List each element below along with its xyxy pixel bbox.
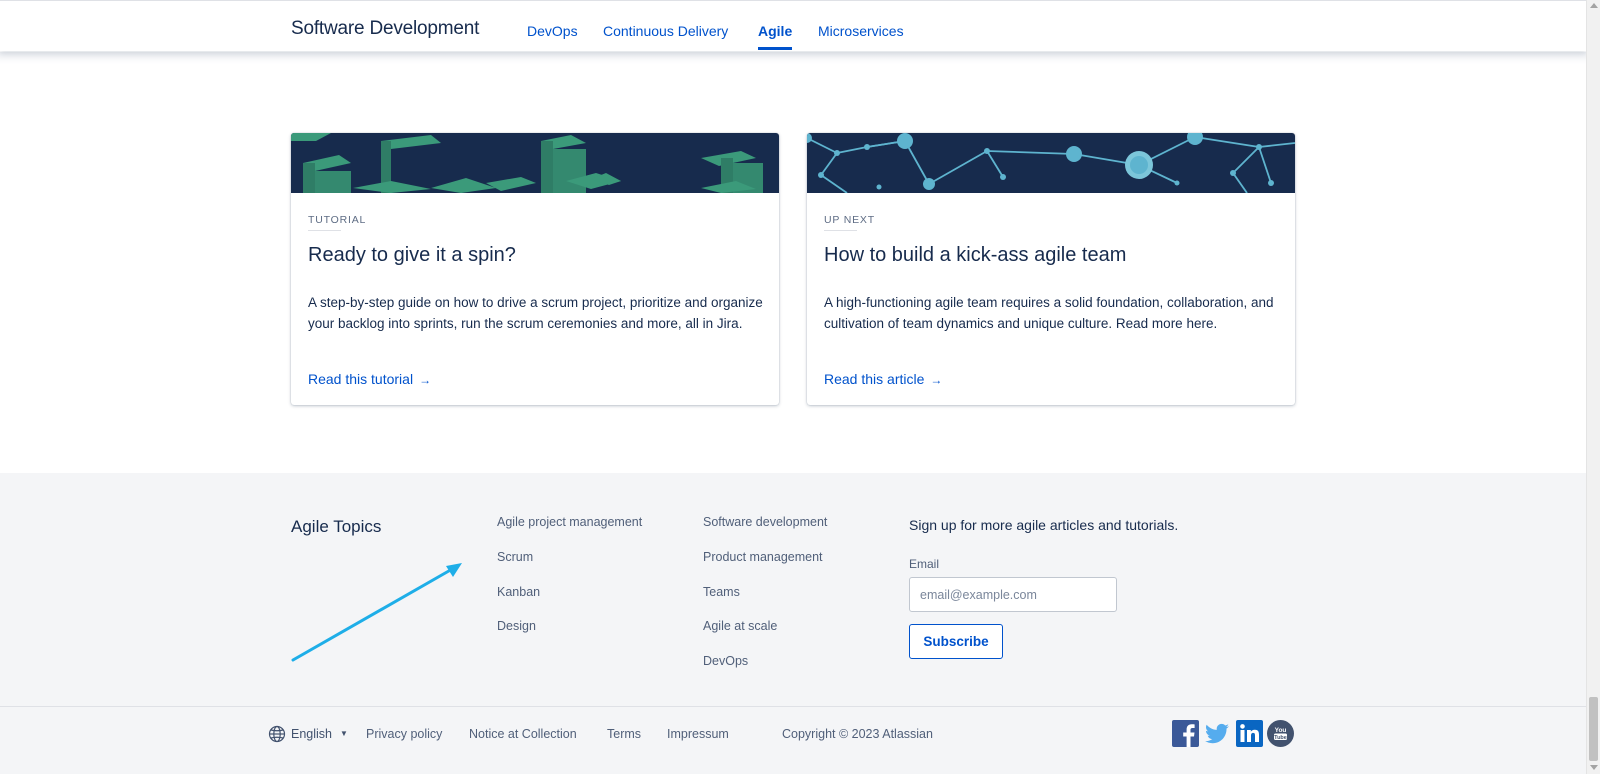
link-label: Read this article: [824, 371, 925, 387]
footer-link-software-development[interactable]: Software development: [703, 515, 827, 529]
card-title[interactable]: How to build a kick-ass agile team: [824, 244, 1126, 267]
youtube-icon[interactable]: You Tube: [1267, 720, 1294, 747]
up-next-card[interactable]: UP NEXT How to build a kick-ass agile te…: [807, 133, 1295, 405]
page-scrollbar[interactable]: [1586, 0, 1600, 774]
annotation-arrow-icon: [291, 563, 462, 662]
scroll-up-icon[interactable]: [1590, 3, 1598, 8]
email-label: Email: [909, 557, 940, 571]
card-eyebrow: UP NEXT: [824, 214, 875, 226]
footer-topics-section: [0, 473, 1586, 706]
footer-link-kanban[interactable]: Kanban: [497, 585, 540, 599]
terms-link[interactable]: Terms: [607, 727, 641, 741]
footer-link-agile-project-management[interactable]: Agile project management: [497, 515, 642, 529]
nav-link-devops[interactable]: DevOps: [527, 23, 578, 39]
copyright-text: Copyright © 2023 Atlassian: [782, 727, 933, 741]
svg-text:Tube: Tube: [1274, 735, 1287, 741]
card-title[interactable]: Ready to give it a spin?: [308, 244, 516, 267]
card-banner-network: [807, 133, 1295, 193]
top-nav: Software Development DevOps Continuous D…: [0, 0, 1586, 51]
topics-title: Agile Topics: [291, 517, 382, 536]
link-label: Read this tutorial: [308, 371, 414, 387]
impressum-link[interactable]: Impressum: [667, 727, 729, 741]
nav-link-microservices[interactable]: Microservices: [818, 23, 904, 39]
nav-link-agile[interactable]: Agile: [758, 23, 792, 39]
read-article-link[interactable]: Read this article →: [824, 371, 942, 387]
arrow-right-icon: →: [419, 373, 432, 387]
nav-shadow: [0, 52, 1586, 64]
eyebrow-divider: [824, 230, 857, 231]
card-description: A step-by-step guide on how to drive a s…: [308, 295, 763, 331]
card-banner-blocks: [291, 133, 779, 193]
privacy-policy-link[interactable]: Privacy policy: [366, 727, 442, 741]
globe-icon: [268, 725, 286, 743]
subscribe-button[interactable]: Subscribe: [909, 624, 1003, 659]
footer-link-design[interactable]: Design: [497, 619, 536, 633]
footer-link-product-management[interactable]: Product management: [703, 550, 823, 564]
footer-link-devops[interactable]: DevOps: [703, 654, 748, 668]
footer-link-scrum[interactable]: Scrum: [497, 550, 533, 564]
tutorial-card[interactable]: TUTORIAL Ready to give it a spin? A step…: [291, 133, 779, 405]
facebook-icon[interactable]: [1172, 720, 1199, 747]
signup-text: Sign up for more agile articles and tuto…: [909, 517, 1179, 533]
arrow-right-icon: →: [930, 373, 943, 387]
card-description: A high-functioning agile team requires a…: [824, 295, 1274, 331]
notice-at-collection-link[interactable]: Notice at Collection: [469, 727, 577, 741]
footer-link-teams[interactable]: Teams: [703, 585, 740, 599]
caret-down-icon[interactable]: ▼: [340, 729, 348, 738]
svg-text:You: You: [1275, 727, 1287, 734]
footer-link-agile-at-scale[interactable]: Agile at scale: [703, 619, 777, 633]
read-tutorial-link[interactable]: Read this tutorial →: [308, 371, 431, 387]
language-selector[interactable]: English: [291, 727, 332, 741]
email-field[interactable]: [909, 577, 1117, 612]
eyebrow-divider: [308, 230, 341, 231]
scroll-down-icon[interactable]: [1590, 765, 1598, 770]
scroll-thumb[interactable]: [1589, 697, 1598, 761]
active-tab-indicator: [758, 47, 792, 50]
twitter-icon[interactable]: [1204, 720, 1231, 747]
nav-link-continuous-delivery[interactable]: Continuous Delivery: [603, 23, 728, 39]
card-eyebrow: TUTORIAL: [308, 214, 367, 226]
linkedin-icon[interactable]: [1236, 720, 1263, 747]
brand-title[interactable]: Software Development: [291, 18, 479, 40]
